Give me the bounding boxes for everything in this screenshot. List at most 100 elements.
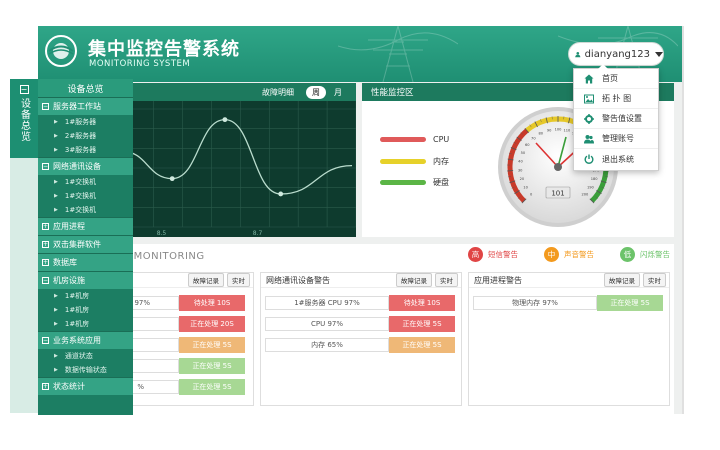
caret-right-icon: ▶ [54,193,58,199]
menu-item-accounts[interactable]: 管理账号 [574,129,658,149]
sidebar-group-label: 状态统计 [53,382,85,391]
tab-month[interactable]: 月 [328,86,348,99]
sidebar-group-label: 双击集群软件 [53,240,101,249]
status-badge[interactable]: 待处理 10S [389,295,455,311]
sidebar-group[interactable]: + 双击集群软件 [38,235,133,253]
image-icon [584,94,594,104]
menu-item-label: 管理账号 [602,134,634,143]
alarm-card-process: 应用进程警告 故障记录 实时 物理内存 97% 正在处理 5S [468,272,670,406]
sidebar-group-label: 数据库 [53,258,77,267]
row-name: 内存 65% [265,338,389,352]
collapse-icon: − [42,103,49,110]
sidebar-group-label: 网络通讯设备 [53,162,101,171]
sidebar-group[interactable]: − 服务器工作站 [38,97,133,115]
menu-item-label: 拓 扑 图 [602,94,632,103]
sidebar-item[interactable]: ▶ 1#交换机 [38,203,133,217]
tab-week[interactable]: 周 [306,85,326,99]
sidebar-item[interactable]: ▶ 1#机房 [38,303,133,317]
sidebar-group[interactable]: − 机房设施 [38,271,133,289]
collapse-icon: − [42,337,49,344]
expand-icon: + [42,259,49,266]
sidebar-item[interactable]: ▶ 1#机房 [38,289,133,303]
sidebar-item-label: 1#服务器 [64,118,97,126]
status-badge[interactable]: 待处理 10S [179,295,245,311]
menu-item-alert-settings[interactable]: 警告值设置 [574,109,658,129]
sidebar-group[interactable]: + 数据库 [38,253,133,271]
screen: 集中监控告警系统 MONITORING SYSTEM dianyang123 故… [0,0,720,450]
gauge-tick-label: 70 [531,137,536,141]
sidebar-item-label: 1#交换机 [64,178,97,186]
sidebar-item[interactable]: ▶ 2#服务器 [38,129,133,143]
fault-record-button[interactable]: 故障记录 [188,273,224,287]
data-point[interactable] [278,191,284,197]
legend-label: 内存 [433,157,449,166]
status-badge[interactable]: 正在处理 5S [179,358,245,374]
caret-right-icon: ▶ [54,207,58,213]
system-subtitle: MONITORING SYSTEM [89,59,191,69]
expand-icon: + [42,241,49,248]
chevron-down-icon [655,51,663,57]
alarm-high-label: 短信警告 [488,250,518,259]
sidebar-strip [10,158,38,413]
fault-record-button[interactable]: 故障记录 [604,273,640,287]
user-menu-button[interactable]: dianyang123 [568,42,664,66]
alarm-low: 低 闪烁警告 [620,247,670,262]
x-tick-label: 8.5 [157,230,167,237]
status-badge[interactable]: 正在处理 20S [179,316,245,332]
sidebar-item[interactable]: ▶ 1#交换机 [38,189,133,203]
caret-right-icon: ▶ [54,353,58,359]
legend-disk: 硬盘 [380,177,449,188]
fault-record-button[interactable]: 故障记录 [396,273,432,287]
status-badge[interactable]: 正在处理 5S [597,295,663,311]
pylon-decoration [338,26,458,82]
sidebar-item[interactable]: ▶ 数据传输状态 [38,363,133,377]
data-point[interactable] [169,176,175,182]
card-header: 应用进程警告 故障记录 实时 [469,273,669,288]
sidebar-item[interactable]: ▶ 3#服务器 [38,143,133,157]
sidebar-group[interactable]: − 业务系统应用 [38,331,133,349]
menu-item-logout[interactable]: 退出系统 [574,149,658,169]
users-icon [584,134,594,144]
sidebar-item[interactable]: ▶ 1#服务器 [38,115,133,129]
sidebar-group[interactable]: + 状态统计 [38,377,133,395]
collapse-icon: − [42,163,49,170]
cpu-legend-swatch [380,137,426,142]
menu-item-topology[interactable]: 拓 扑 图 [574,89,658,109]
collapse-icon: − [19,84,29,94]
card-title: 网络通讯设备警告 [266,275,330,285]
sidebar-group[interactable]: − 网络通讯设备 [38,157,133,175]
table-row: 内存 65% 正在处理 5S [265,337,455,353]
realtime-button[interactable]: 实时 [435,273,458,287]
sidebar-item[interactable]: ▶ 1#机房 [38,317,133,331]
sidebar-item-label: 2#服务器 [64,132,97,140]
username: dianyang123 [584,48,650,60]
sidebar-item[interactable]: ▶ 1#交换机 [38,175,133,189]
status-badge[interactable]: 正在处理 5S [389,337,455,353]
realtime-button[interactable]: 实时 [643,273,666,287]
caret-right-icon: ▶ [54,133,58,139]
alarm-high: 高 短信警告 [468,247,518,262]
collapse-icon: − [42,277,49,284]
data-point[interactable] [222,117,228,123]
sidebar-item-label: 3#服务器 [64,146,97,154]
monitoring-section: ME MONITORING 高 短信警告 中 声音警告 低 闪烁警告 故障记录 … [38,244,674,414]
sidebar-collapse-tab[interactable]: − 设备总览 [10,79,38,158]
sidebar-item-label: 1#交换机 [64,192,97,200]
gauge-hub [554,163,562,171]
caret-right-icon: ▶ [54,321,58,327]
gauge-value: 101 [551,190,564,198]
sidebar-group[interactable]: + 应用进程 [38,217,133,235]
fault-detail-label[interactable]: 故障明细 [262,87,294,98]
menu-item-home[interactable]: 首页 [574,69,658,89]
realtime-button[interactable]: 实时 [227,273,250,287]
legend-label: CPU [433,135,450,144]
status-badge[interactable]: 正在处理 5S [389,316,455,332]
status-badge[interactable]: 正在处理 5S [179,337,245,353]
page-edge [682,26,684,414]
sidebar-item[interactable]: ▶ 通道状态 [38,349,133,363]
caret-right-icon: ▶ [54,307,58,313]
status-badge[interactable]: 正在处理 5S [179,379,245,395]
gauge-tick-label: 100 [555,128,563,132]
card-header: 网络通讯设备警告 故障记录 实时 [261,273,461,288]
sidebar-group-label: 服务器工作站 [53,102,101,111]
